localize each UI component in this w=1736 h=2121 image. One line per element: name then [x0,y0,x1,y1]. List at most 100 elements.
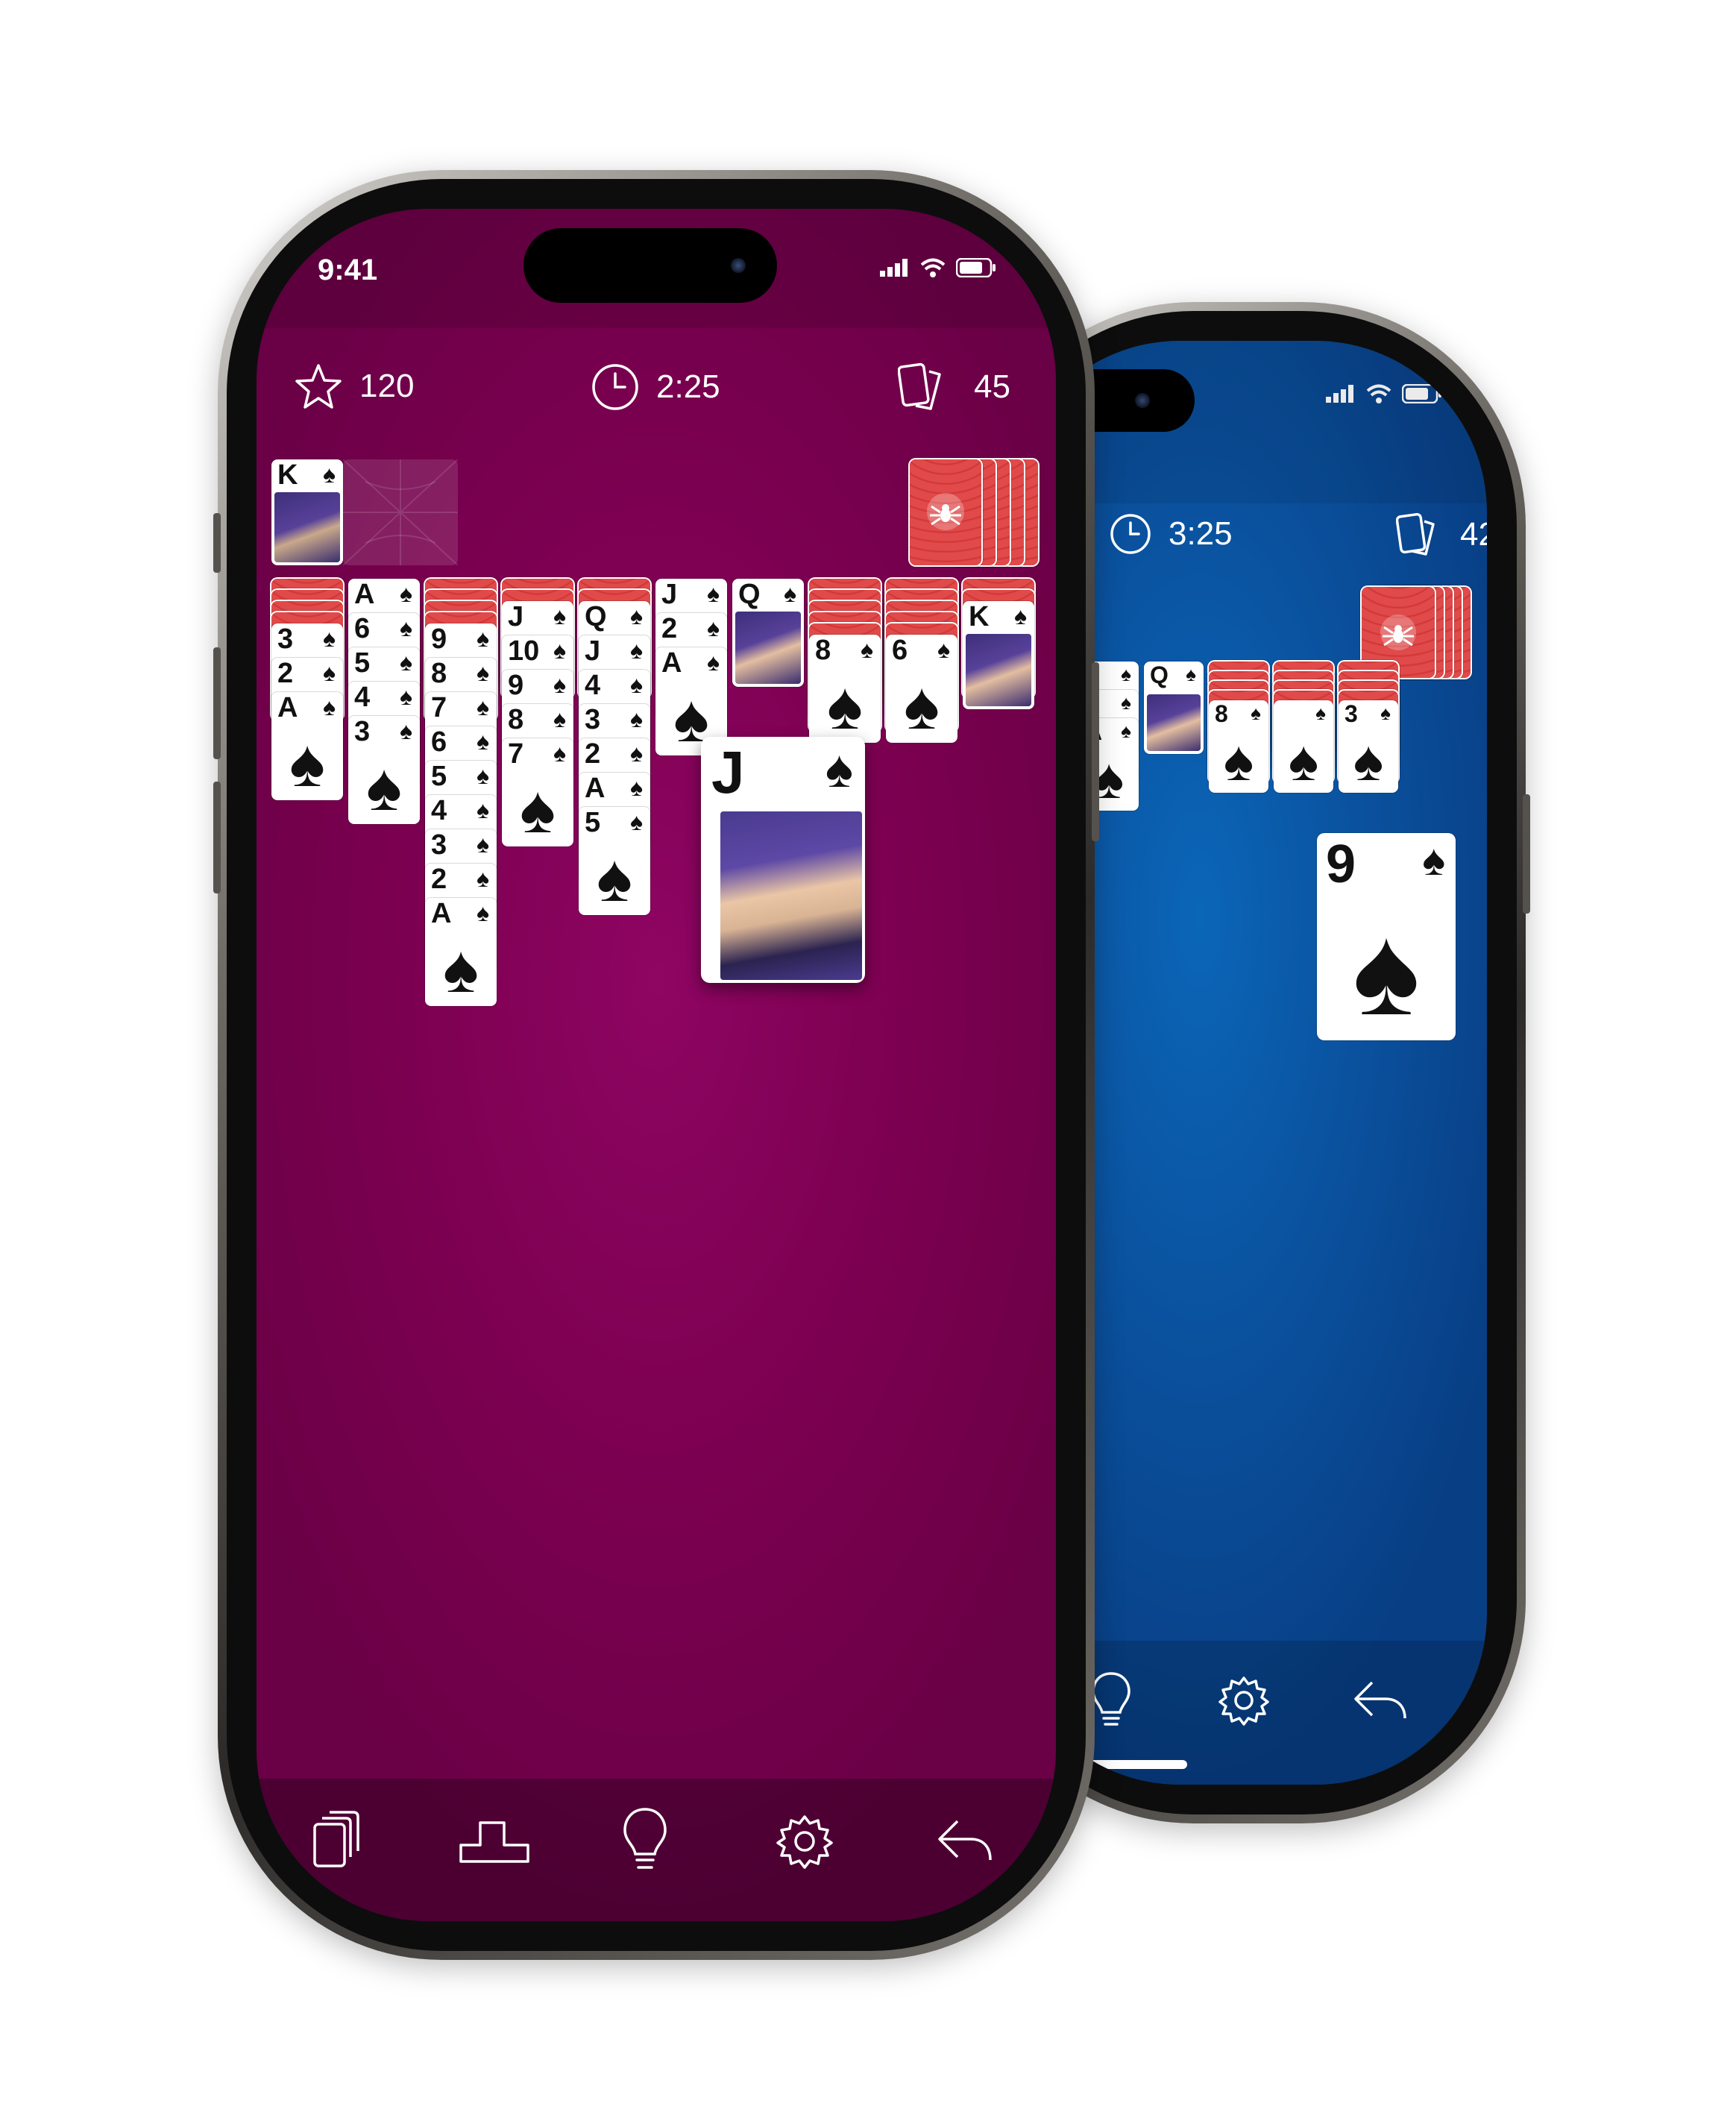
tableau-card[interactable]: 3 ♠ ♠ [1339,700,1398,793]
card-suit: ♠ [477,625,489,652]
tableau-card[interactable]: 6 ♠ ♠ [886,635,957,743]
tableau-card[interactable]: 8 ♠ ♠ [1209,700,1268,793]
card-rank: 3 [585,704,601,735]
clock-icon [592,364,638,410]
side-button [213,647,221,759]
card-suit: ♠ [707,615,720,641]
card-rank: Q [738,579,761,610]
card-rank: J [661,579,678,610]
tableau-card[interactable]: A♠♠ [271,692,343,800]
stock-pile[interactable] [910,459,1041,565]
status-time: 9:41 [318,254,378,286]
card-rank: 10 [508,635,540,667]
card-suit: ♠ [1121,691,1131,714]
card-suit: ♠ [707,580,720,607]
card-center-suit: ♠ [1288,729,1319,793]
card-rank: 8 [508,704,524,735]
card-rank: 8 [1215,700,1228,727]
card-suit: ♠ [553,740,566,767]
card-rank: A [277,692,298,723]
card-rank: 4 [585,670,601,701]
card-suit: ♠ [477,796,489,823]
card-rank: 5 [431,761,447,792]
card-rank: 6 [431,726,447,758]
tableau-card[interactable]: K ♠ [963,601,1034,709]
side-button [213,782,221,893]
card-center-suit: ♠ [520,773,556,847]
card-rank: 5 [354,647,371,679]
card-rank: 7 [431,692,447,723]
star-icon [295,364,342,409]
card-suit: ♠ [477,659,489,686]
card-suit: ♠ [1121,720,1131,742]
card-suit: ♠ [630,671,643,698]
card-suit: ♠ [1315,702,1326,724]
tableau-card[interactable]: A♠♠ [425,898,497,1006]
card-suit: ♠ [630,808,643,835]
card-suit: ♠ [323,694,336,720]
card-suit: ♠ [630,637,643,664]
gear-icon[interactable] [1217,1674,1271,1727]
score: 120 [294,362,414,410]
battery-icon [956,258,996,277]
card-rank: 8 [431,658,447,689]
tableau-card[interactable]: ♠ ♠ [1274,700,1333,793]
card-center-suit: ♠ [1353,729,1384,793]
lightbulb-icon[interactable] [620,1806,670,1873]
card-rank: 7 [508,738,524,770]
card-rank: 4 [354,682,371,713]
card-rank: K [277,459,298,491]
card-rank: 4 [431,795,447,826]
card-rank: A [431,898,452,929]
dynamic-island [523,228,777,303]
lightbulb-icon[interactable] [1089,1671,1133,1730]
face-card-image [966,634,1031,706]
card-rank: 3 [277,623,294,655]
card-suit: ♠ [1186,663,1196,685]
undo-icon[interactable] [1351,1678,1409,1723]
dragged-card[interactable]: 9 ♠ ♠ [1317,833,1456,1040]
screen-magenta: 9:41 120 2:25 45 K ♠ 3 ♠ 2 ♠ A ♠ ♠ A ♠ 6… [257,209,1056,1921]
timer-value: 2:25 [656,368,720,405]
timer-value: 3:25 [1169,515,1233,552]
web-icon [342,459,459,566]
card-rank: 3 [354,716,371,747]
podium-icon[interactable] [458,1818,532,1864]
tableau-card[interactable]: 5 ♠ ♠ [579,807,650,915]
card-rank: 9 [508,670,524,701]
card-suit: ♠ [630,740,643,767]
card-suit: ♠ [1014,603,1027,629]
card-rank: A [585,773,606,804]
card-suit: ♠ [1422,836,1445,884]
moves-counter: 45 [898,362,1010,412]
gear-icon[interactable] [776,1812,834,1870]
card-suit: ♠ [477,728,489,755]
tableau-card[interactable]: Q♠ [732,579,804,687]
card-suit: ♠ [400,649,412,676]
cards-icon[interactable] [310,1811,362,1870]
card-center-suit: ♠ [443,932,479,1007]
card-rank: Q [1150,662,1169,688]
card-rank: A [661,647,682,679]
tableau-card[interactable]: Q♠ [1144,662,1204,754]
card-center-suit: ♠ [289,726,325,801]
card-suit: ♠ [553,671,566,698]
card-center-suit: ♠ [904,669,940,744]
card-rank: J [585,635,601,667]
tableau-card[interactable]: 3 ♠ ♠ [348,716,420,824]
card-suit: ♠ [477,762,489,789]
card-rank: 9 [431,623,447,655]
wifi-icon [920,258,946,277]
card-suit: ♠ [553,706,566,732]
card-suit: ♠ [323,625,336,652]
dragged-card[interactable]: J ♠ [701,737,865,983]
card-rank: 8 [815,635,831,666]
face-card-image [1147,694,1201,751]
card-suit: ♠ [477,694,489,720]
tableau-card[interactable]: 7 ♠ ♠ [502,738,573,846]
card-center-suit: ♠ [827,669,863,744]
card-suit: ♠ [1121,663,1131,685]
undo-icon[interactable] [935,1817,995,1864]
tableau-card[interactable]: 8 ♠ ♠ [809,635,881,743]
card-suit: ♠ [400,683,412,710]
